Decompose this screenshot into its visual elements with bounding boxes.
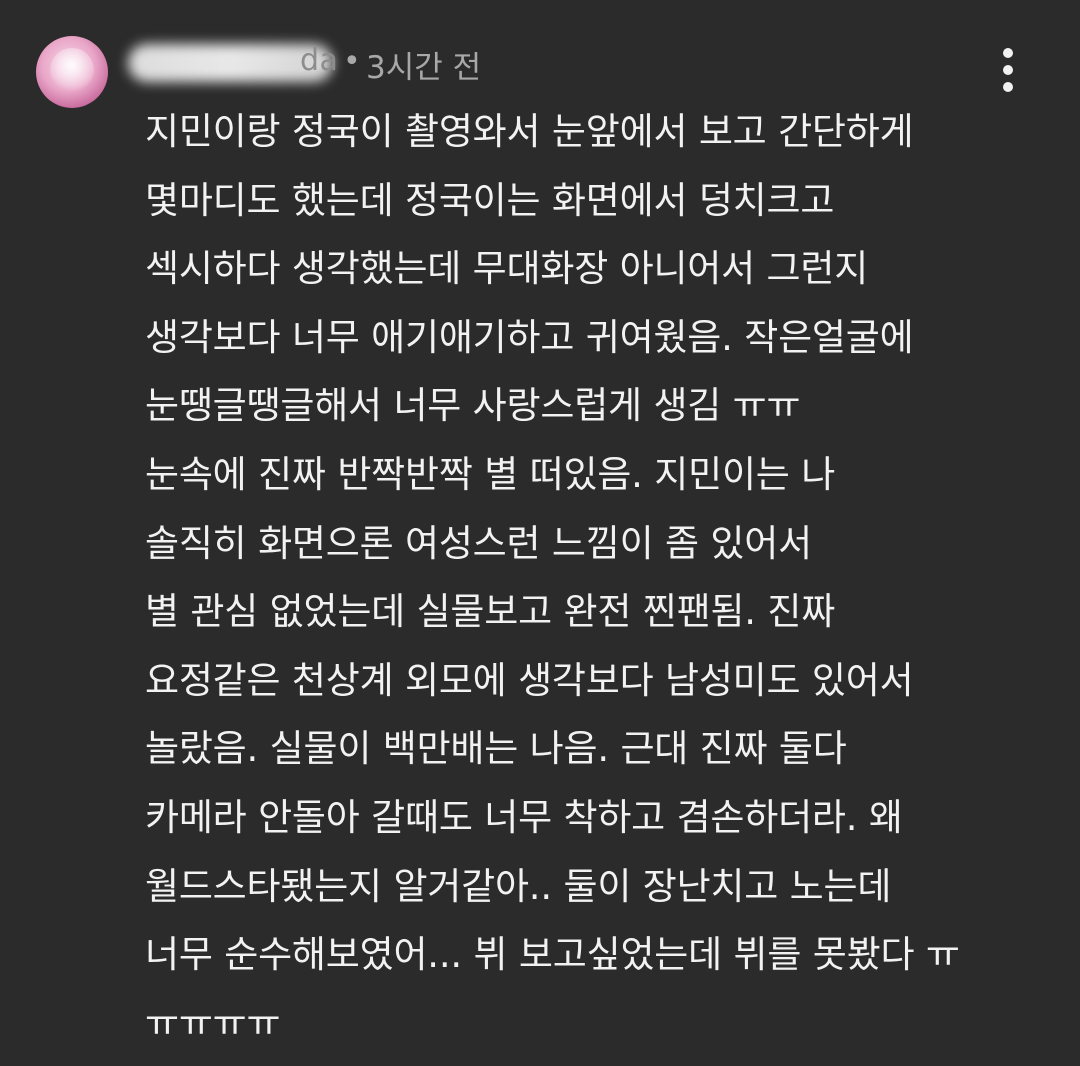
comment-line: 솔직히 화면으론 여성스런 느낌이 좀 있어서 — [145, 521, 812, 565]
comment-text: 지민이랑 정국이 촬영와서 눈앞에서 보고 간단하게 몇마디도 했는데 정국이는… — [145, 98, 1045, 1058]
kebab-menu-icon — [1003, 65, 1013, 75]
meta-separator: • — [343, 44, 361, 79]
timestamp: 3시간 전 — [366, 50, 482, 86]
username-suffix[interactable]: da — [300, 43, 338, 78]
comment-line: 생각보다 너무 애기애기하고 귀여웠음. 작은얼굴에 — [145, 315, 914, 359]
comment-line: 눈땡글땡글해서 너무 사랑스럽게 생김 ㅠㅠ — [145, 384, 801, 428]
comment-line: ㅠㅠㅠㅠ — [145, 1001, 281, 1045]
comment-line: 몇마디도 했는데 정국이는 화면에서 덩치크고 — [145, 178, 835, 222]
comment-line: 놀랐음. 실물이 백만배는 나음. 근대 진짜 둘다 — [145, 727, 847, 771]
comment-line: 섹시하다 생각했는데 무대화장 아니어서 그런지 — [145, 247, 869, 291]
comment-line: 월드스타됐는지 알거같아.. 둘이 장난치고 노는데 — [145, 864, 892, 908]
comment-card: da • 3시간 전 지민이랑 정국이 촬영와서 눈앞에서 보고 간단하게 몇마… — [0, 0, 1080, 1066]
comment-line: 카메라 안돌아 갈때도 너무 착하고 겸손하더라. 왜 — [145, 795, 903, 839]
comment-line: 눈속에 진짜 반짝반짝 별 떠있음. 지민이는 나 — [145, 452, 836, 496]
kebab-menu-icon — [1003, 82, 1013, 92]
more-options-button[interactable] — [992, 48, 1024, 92]
comment-line: 요정같은 천상계 외모에 생각보다 남성미도 있어서 — [145, 658, 914, 702]
avatar[interactable] — [36, 36, 108, 108]
comment-line: 별 관심 없었는데 실물보고 완전 찐팬됨. 진짜 — [145, 590, 836, 634]
kebab-menu-icon — [1003, 48, 1013, 58]
comment-line: 너무 순수해보였어... 뷔 보고싶었는데 뷔를 못봤다 ㅠ — [145, 933, 960, 977]
comment-line: 지민이랑 정국이 촬영와서 눈앞에서 보고 간단하게 — [145, 110, 914, 153]
